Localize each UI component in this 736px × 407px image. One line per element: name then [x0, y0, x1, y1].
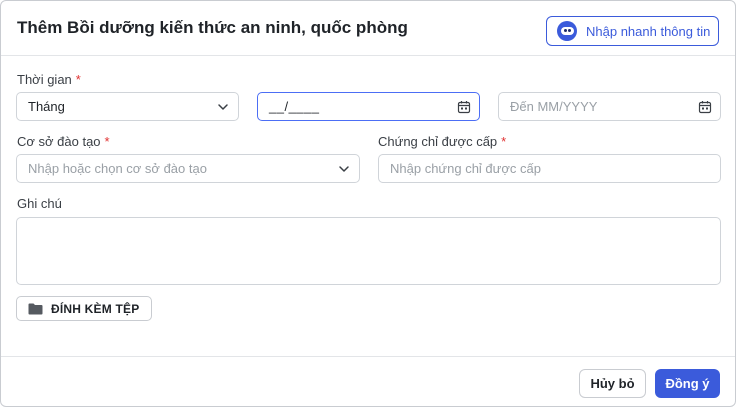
time-label: Thời gian *: [17, 72, 81, 87]
dialog-title: Thêm Bồi dưỡng kiến thức an ninh, quốc p…: [17, 18, 408, 37]
certificate-label-text: Chứng chỉ được cấp: [378, 134, 498, 149]
institution-label: Cơ sở đào tạo *: [17, 134, 110, 149]
to-date-input[interactable]: Đến MM/YYYY: [498, 92, 721, 121]
confirm-button[interactable]: Đồng ý: [655, 369, 720, 398]
time-label-text: Thời gian: [17, 72, 72, 87]
period-select[interactable]: Tháng: [16, 92, 239, 121]
period-select-value: Tháng: [28, 99, 65, 114]
attach-file-label: ĐÍNH KÈM TỆP: [51, 301, 140, 316]
institution-placeholder: Nhập hoặc chọn cơ sở đào tạo: [28, 161, 207, 176]
robot-icon: [557, 21, 577, 41]
to-date-placeholder: Đến MM/YYYY: [510, 99, 598, 114]
required-mark: *: [501, 134, 507, 149]
institution-select[interactable]: Nhập hoặc chọn cơ sở đào tạo: [16, 154, 360, 183]
from-date-value: __/____: [269, 99, 320, 114]
required-mark: *: [104, 134, 110, 149]
from-date-input[interactable]: __/____: [257, 92, 480, 121]
quick-fill-button[interactable]: Nhập nhanh thông tin: [546, 16, 719, 46]
calendar-icon[interactable]: [698, 100, 712, 114]
dialog: Thêm Bồi dưỡng kiến thức an ninh, quốc p…: [0, 0, 736, 407]
calendar-icon[interactable]: [457, 100, 471, 114]
certificate-placeholder: Nhập chứng chỉ được cấp: [390, 161, 541, 176]
note-textarea[interactable]: [16, 217, 721, 285]
institution-label-text: Cơ sở đào tạo: [17, 134, 101, 149]
required-mark: *: [75, 72, 81, 87]
cancel-button[interactable]: Hủy bỏ: [579, 369, 646, 398]
note-label: Ghi chú: [17, 196, 62, 211]
dialog-header: Thêm Bồi dưỡng kiến thức an ninh, quốc p…: [1, 1, 735, 56]
folder-icon: [28, 303, 43, 314]
chevron-down-icon: [218, 104, 228, 110]
certificate-label: Chứng chỉ được cấp *: [378, 134, 506, 149]
certificate-input[interactable]: Nhập chứng chỉ được cấp: [378, 154, 721, 183]
quick-fill-label: Nhập nhanh thông tin: [586, 23, 711, 39]
chevron-down-icon: [339, 166, 349, 172]
attach-file-button[interactable]: ĐÍNH KÈM TỆP: [16, 296, 152, 321]
dialog-footer: Hủy bỏ Đồng ý: [1, 356, 735, 406]
